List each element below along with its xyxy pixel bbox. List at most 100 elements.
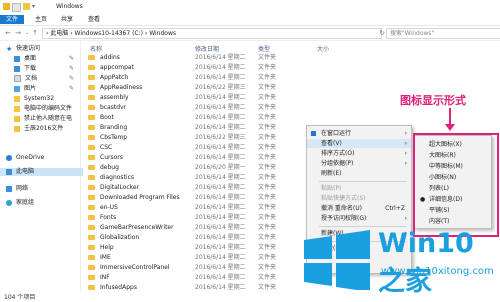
file-date: 2016/6/14 星期二 <box>195 264 246 271</box>
context-menu-item[interactable]: 粘贴(P) <box>307 184 411 193</box>
file-date: 2016/6/14 星期二 <box>195 254 246 261</box>
file-date: 2016/6/14 星期二 <box>195 194 246 201</box>
new-folder-icon[interactable] <box>23 3 30 10</box>
dropdown-icon[interactable]: ▾ <box>32 3 39 10</box>
folder-icon <box>88 225 95 230</box>
table-row[interactable]: Help 2016/6/14 星期二 文件夹 <box>82 243 327 252</box>
context-menu-item[interactable]: grid-icon在窗口运行› <box>307 129 411 138</box>
file-date: 2016/6/14 星期二 <box>195 74 246 81</box>
file-type: 文件夹 <box>258 194 277 201</box>
column-header-type[interactable]: 类型 <box>258 44 270 53</box>
tab-home[interactable]: 主页 <box>30 15 52 24</box>
sidebar-item-quick-access[interactable]: ★ 快速访问 <box>6 45 40 53</box>
refresh-icon[interactable]: ↻ <box>378 29 386 37</box>
file-type: 文件夹 <box>258 224 277 231</box>
folder-icon <box>88 155 95 160</box>
table-row[interactable]: Boot 2016/6/14 星期二 文件夹 <box>82 113 327 122</box>
grid-icon: grid-icon <box>311 131 316 136</box>
ribbon: 文件 主页 共享 查看 <box>0 14 500 26</box>
table-row[interactable]: AppReadiness 2016/6/22 星期三 文件夹 <box>82 83 327 92</box>
download-icon <box>14 65 20 72</box>
file-date: 2016/6/14 星期二 <box>195 94 246 101</box>
context-menu-item[interactable]: 撤消 重命名(U) Ctrl+Z <box>307 204 411 213</box>
table-row[interactable]: Cursors 2016/6/14 星期二 文件夹 <box>82 153 327 162</box>
table-row[interactable]: appcompat 2016/6/14 星期二 文件夹 <box>82 63 327 72</box>
context-menu-item[interactable]: 粘贴快捷方式(S) <box>307 194 411 203</box>
tab-share[interactable]: 共享 <box>56 15 78 24</box>
tab-file[interactable]: 文件 <box>0 15 25 24</box>
table-row[interactable]: CSC 2016/6/14 星期二 文件夹 <box>82 143 327 152</box>
search-input[interactable]: 搜索"Windows" <box>386 28 500 39</box>
table-row[interactable]: ImmersiveControlPanel 2016/6/14 星期二 文件夹 <box>82 263 327 272</box>
sidebar-item-folder[interactable]: 电脑中的编码文件 <box>14 105 72 113</box>
table-row[interactable]: InfusedApps 2016/6/14 星期二 文件夹 <box>82 283 327 292</box>
sidebar-item-homegroup[interactable]: 家庭组 <box>6 199 34 207</box>
pin-icon[interactable]: ✎ <box>69 65 74 72</box>
context-menu-item[interactable]: 分组依据(P) › <box>307 159 411 168</box>
file-type: 文件夹 <box>258 64 277 71</box>
sidebar-item-pictures[interactable]: 图片 <box>14 85 36 93</box>
file-date: 2016/6/14 星期二 <box>195 64 246 71</box>
file-name: diagnostics <box>100 174 135 181</box>
file-date: 2016/6/22 星期三 <box>195 84 246 91</box>
breadcrumb[interactable]: › 此电脑 › Windows10-14367 (C:) › Windows <box>42 28 382 39</box>
tab-view[interactable]: 查看 <box>83 15 105 24</box>
folder-icon <box>88 245 95 250</box>
table-row[interactable]: diagnostics 2016/6/14 星期二 文件夹 <box>82 173 327 182</box>
sidebar-item-system32[interactable]: System32 <box>14 95 54 103</box>
table-row[interactable]: Downloaded Program Files 2016/6/14 星期二 文件夹 <box>82 193 327 202</box>
file-name: Branding <box>100 124 128 131</box>
table-row[interactable]: IME 2016/6/14 星期二 文件夹 <box>82 253 327 262</box>
table-row[interactable]: Branding 2016/6/14 星期二 文件夹 <box>82 123 327 132</box>
column-header-date[interactable]: 修改日期 <box>195 44 219 53</box>
table-row[interactable]: INF 2016/6/14 星期二 文件夹 <box>82 273 327 282</box>
file-name: assembly <box>100 94 129 101</box>
pin-icon[interactable]: ✎ <box>69 75 74 82</box>
recent-dropdown-icon[interactable]: ⌄ <box>23 29 31 37</box>
context-menu-item[interactable]: 排序方式(O) › <box>307 149 411 158</box>
context-menu-item[interactable]: 查看(V) › <box>307 139 411 148</box>
table-row[interactable]: addins 2016/6/14 星期二 文件夹 <box>82 53 327 62</box>
file-name: CbsTemp <box>100 134 128 141</box>
file-name: Downloaded Program Files <box>100 194 180 201</box>
table-row[interactable]: CbsTemp 2016/6/22 星期三 文件夹 <box>82 133 327 142</box>
sidebar-item-this-pc[interactable]: 此电脑 <box>0 168 83 176</box>
up-icon[interactable]: ↑ <box>31 29 39 37</box>
table-row[interactable]: bcastdvr 2016/6/14 星期二 文件夹 <box>82 103 327 112</box>
back-icon[interactable]: ← <box>4 29 12 37</box>
table-row[interactable]: assembly 2016/6/14 星期二 文件夹 <box>82 93 327 102</box>
table-row[interactable]: debug 2016/6/20 星期一 文件夹 <box>82 163 327 172</box>
column-header-size[interactable]: 大小 <box>317 44 329 53</box>
table-row[interactable]: DigitalLocker 2016/6/14 星期二 文件夹 <box>82 183 327 192</box>
pin-icon[interactable]: ✎ <box>69 85 74 92</box>
table-row[interactable]: en-US 2016/6/14 星期二 文件夹 <box>82 203 327 212</box>
folder-icon <box>88 95 95 100</box>
cloud-icon <box>6 154 12 161</box>
sidebar-item-network[interactable]: 网络 <box>6 185 28 193</box>
table-row[interactable]: Globalization 2016/6/14 星期二 文件夹 <box>82 233 327 242</box>
table-row[interactable]: AppPatch 2016/6/14 星期二 文件夹 <box>82 73 327 82</box>
address-bar-row: ← → ⌄ ↑ › 此电脑 › Windows10-14367 (C:) › W… <box>0 26 500 41</box>
sidebar-item-onedrive[interactable]: OneDrive <box>6 154 44 162</box>
sidebar-item-documents[interactable]: 文档 <box>14 75 37 83</box>
file-type: 文件夹 <box>258 54 277 61</box>
sidebar-item-downloads[interactable]: 下载 <box>14 65 36 73</box>
folder-icon <box>88 235 95 240</box>
file-name: CSC <box>100 144 113 151</box>
file-name: Globalization <box>100 234 140 241</box>
context-menu-item[interactable]: 授予访问权限(G) › <box>307 214 411 223</box>
context-menu-item[interactable]: 刷新(E) <box>307 169 411 178</box>
pin-icon[interactable]: ✎ <box>69 55 74 62</box>
sidebar-item-folder[interactable]: 壬辰2016文件 <box>14 125 63 133</box>
folder-icon <box>88 285 95 290</box>
folder-icon <box>88 175 95 180</box>
file-type: 文件夹 <box>258 84 277 91</box>
column-header-name[interactable]: 名称 <box>90 44 102 53</box>
sidebar-item-folder[interactable]: 禁止他人随意在电 <box>14 115 72 123</box>
properties-icon[interactable] <box>12 3 21 12</box>
file-date: 2016/6/20 星期一 <box>195 164 246 171</box>
table-row[interactable]: GameBarPresenceWriter 2016/6/14 星期二 文件夹 <box>82 223 327 232</box>
forward-icon[interactable]: → <box>14 29 22 37</box>
table-row[interactable]: Fonts 2016/6/14 星期二 文件夹 <box>82 213 327 222</box>
sidebar-item-desktop[interactable]: 桌面 <box>14 55 36 63</box>
